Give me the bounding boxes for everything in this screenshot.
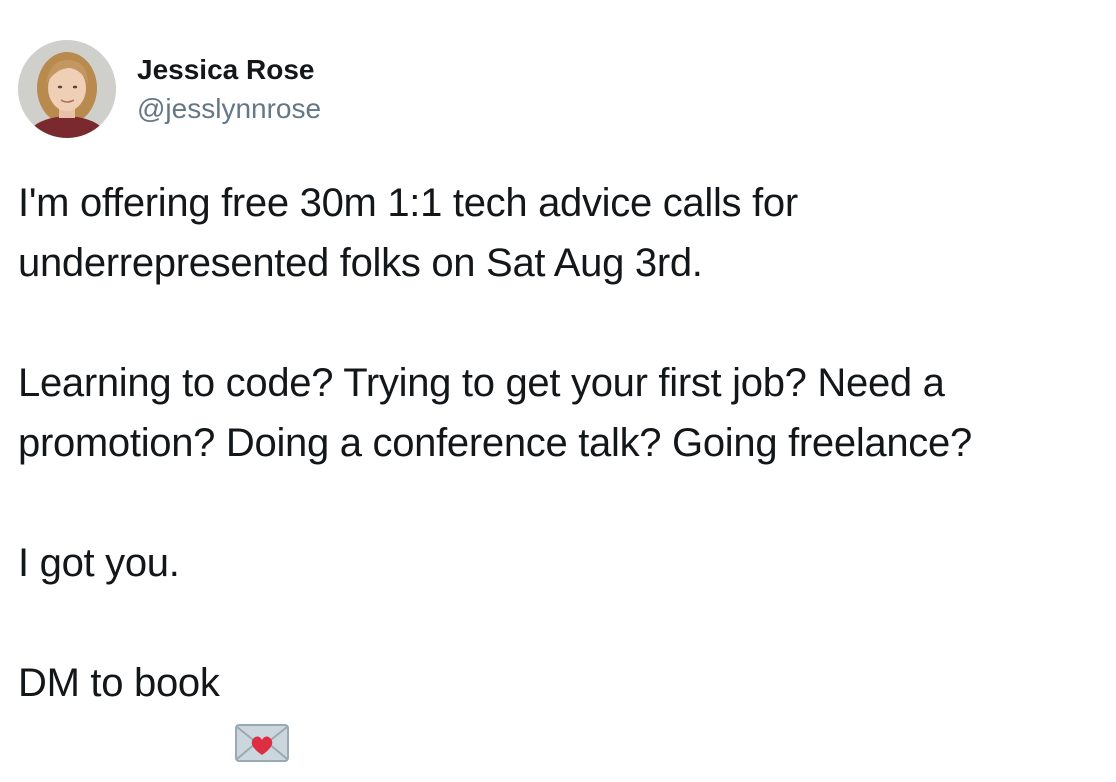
author-handle[interactable]: @jesslynnrose	[137, 91, 321, 127]
avatar-photo-icon	[18, 40, 116, 138]
avatar[interactable]	[18, 40, 116, 138]
tweet-paragraph: I'm offering free 30m 1:1 tech advice ca…	[18, 181, 798, 285]
tweet-paragraph: Learning to code? Trying to get your fir…	[18, 361, 972, 465]
tweet-card: Jessica Rose @jesslynnrose I'm offering …	[0, 0, 1116, 762]
closing-text: DM to book	[18, 661, 220, 705]
tweet-paragraph: I got you.	[18, 541, 180, 585]
author-display-name[interactable]: Jessica Rose	[137, 52, 321, 88]
tweet-author[interactable]: Jessica Rose @jesslynnrose	[137, 52, 321, 127]
tweet-text: I'm offering free 30m 1:1 tech advice ca…	[18, 173, 1108, 762]
tweet-closing-line: DM to book	[18, 653, 1108, 762]
love-letter-envelope-icon	[234, 661, 290, 762]
